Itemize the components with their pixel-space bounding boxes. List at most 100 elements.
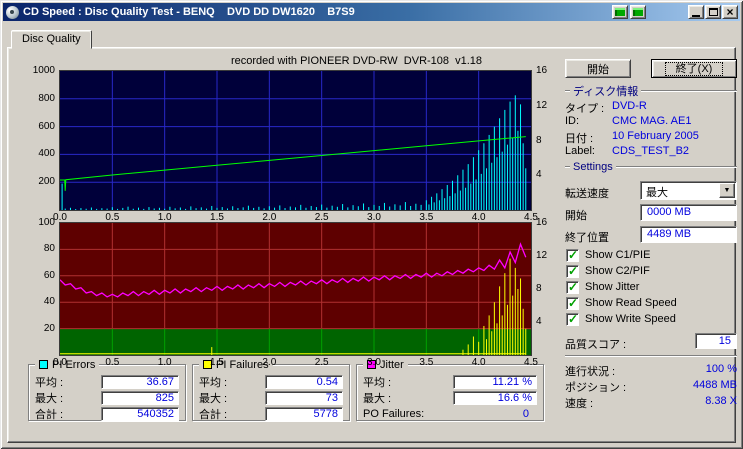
- progress-row: 進行状況 : 100 %: [565, 363, 737, 379]
- end-position-field[interactable]: 4489 MB: [640, 226, 737, 243]
- axis-tick-label: 0.5: [98, 212, 126, 223]
- axis-tick-label: 1.5: [203, 212, 231, 223]
- progress-value: 100 %: [706, 363, 737, 379]
- disc-label-label: Label:: [565, 145, 612, 157]
- minimize-icon: [692, 15, 700, 17]
- checkbox-show-write-speed[interactable]: ✓ Show Write Speed: [566, 312, 676, 326]
- pi-failures-max-value: 73: [265, 391, 343, 405]
- axis-tick-label: 4.0: [465, 357, 493, 368]
- start-position-label: 開始: [565, 207, 587, 223]
- axis-tick-label: 80: [18, 243, 55, 254]
- axis-tick-label: 3.5: [412, 212, 440, 223]
- axis-tick-label: 1.0: [151, 357, 179, 368]
- pi-errors-chart-plot: [60, 71, 531, 210]
- divider: [641, 90, 737, 92]
- titlebar-green-icon-button-1[interactable]: [612, 5, 628, 19]
- pi-errors-total-value: 540352: [101, 407, 179, 421]
- maximize-button[interactable]: [705, 5, 721, 19]
- axis-tick-label: 2.5: [308, 357, 336, 368]
- check-icon: ✓: [568, 248, 578, 262]
- quality-score-value: 15: [719, 335, 731, 347]
- check-icon: ✓: [568, 264, 578, 278]
- close-button[interactable]: ×: [722, 5, 738, 19]
- checkbox-label: Show C1/PIE: [585, 249, 650, 261]
- disc-date-row: 日付 :10 February 2005: [565, 130, 737, 146]
- quality-score-field: 15: [695, 333, 737, 349]
- titlebar-green-icon-button-2[interactable]: [630, 5, 646, 19]
- transfer-speed-value: 最大: [646, 184, 668, 200]
- axis-tick-label: 200: [18, 176, 55, 187]
- stat-label: 合計 :: [35, 406, 63, 422]
- disc-label-row: Label:CDS_TEST_B2: [565, 145, 737, 157]
- stat-row: 平均 : 11.21 %: [363, 374, 537, 389]
- tab-disc-quality[interactable]: Disc Quality: [11, 30, 92, 49]
- combo-dropdown-button[interactable]: ▼: [719, 183, 735, 198]
- stat-label: 最大 :: [35, 390, 63, 406]
- axis-tick-label: 16: [536, 65, 547, 76]
- transfer-speed-select[interactable]: 最大 ▼: [640, 181, 737, 200]
- axis-tick-label: 0.5: [98, 357, 126, 368]
- pi-failures-total-value: 5778: [265, 407, 343, 421]
- pi-errors-average-value: 36.67: [101, 375, 179, 389]
- settings-header: Settings: [565, 161, 737, 173]
- axis-tick-label: 3.5: [412, 357, 440, 368]
- position-label: ポジション :: [565, 379, 626, 395]
- checkbox-show-jitter[interactable]: ✓ Show Jitter: [566, 280, 639, 294]
- checkbox-show-read-speed[interactable]: ✓Show Read Speed: [566, 296, 677, 310]
- check-icon: ✓: [568, 312, 578, 326]
- minimize-button[interactable]: [688, 5, 704, 19]
- stat-label: 平均 :: [35, 374, 63, 390]
- disc-id-label: ID:: [565, 115, 612, 127]
- settings-header-label: Settings: [570, 161, 616, 173]
- disc-label-value: CDS_TEST_B2: [612, 145, 689, 157]
- axis-tick-label: 3.0: [360, 357, 388, 368]
- disc-type-row: タイプ :DVD-R: [565, 100, 737, 116]
- disc-type-label: タイプ :: [565, 100, 612, 116]
- titlebar[interactable]: CD Speed : Disc Quality Test - BENQ DVD …: [3, 3, 740, 21]
- jitter-pi-failures-chart: [60, 223, 531, 355]
- pi-errors-stats-box: PI Errors 平均 :36.67 最大 :825 合計 :540352: [28, 364, 186, 421]
- start-position-value: 0000 MB: [647, 206, 691, 218]
- stat-label: 平均 :: [363, 374, 391, 390]
- jitter-stats-box: Jitter 平均 :11.21 % 最大 :16.6 % PO Failure…: [356, 364, 544, 421]
- progress-label: 進行状況 :: [565, 363, 615, 379]
- pi-errors-max-value: 825: [101, 391, 179, 405]
- jitter-max-value: 16.6 %: [453, 391, 537, 405]
- pi-failures-average-value: 0.54: [265, 375, 343, 389]
- position-value: 4488 MB: [693, 379, 737, 395]
- axis-tick-label: 16: [536, 217, 547, 228]
- check-icon: ✓: [568, 280, 578, 294]
- stat-label: 合計 :: [199, 406, 227, 422]
- axis-tick-label: 20: [18, 323, 55, 334]
- divider: [616, 166, 737, 168]
- window-title: CD Speed : Disc Quality Test - BENQ DVD …: [19, 6, 355, 18]
- start-button[interactable]: 開始: [565, 59, 631, 78]
- axis-tick-label: 8: [536, 283, 542, 294]
- checkbox-show-c2-pif[interactable]: ✓Show C2/PIF: [566, 264, 650, 278]
- axis-tick-label: 1.5: [203, 357, 231, 368]
- exit-button[interactable]: 終了(X): [651, 59, 737, 78]
- axis-tick-label: 2.5: [308, 212, 336, 223]
- checkbox-box: ✓: [566, 249, 579, 262]
- stat-row: 最大 : 825: [35, 390, 179, 405]
- start-position-field[interactable]: 0000 MB: [640, 204, 737, 221]
- transfer-speed-label: 転送速度: [565, 185, 609, 201]
- jitter-average-value: 11.21 %: [453, 375, 537, 389]
- checkbox-label: Show Jitter: [585, 281, 639, 293]
- stat-row: 平均 : 36.67: [35, 374, 179, 389]
- axis-tick-label: 100: [18, 217, 55, 228]
- disc-id-value: CMC MAG. AE1: [612, 115, 691, 127]
- pi-failures-stats-box: PI Failures 平均 :0.54 最大 :73 合計 :5778: [192, 364, 350, 421]
- axis-tick-label: 4.0: [465, 212, 493, 223]
- stat-row: 合計 : 540352: [35, 406, 179, 421]
- quality-score-label: 品質スコア :: [565, 336, 626, 352]
- speed-label: 速度 :: [565, 395, 593, 411]
- axis-tick-label: 40: [18, 296, 55, 307]
- checkbox-label: Show Write Speed: [585, 313, 676, 325]
- axis-tick-label: 4: [536, 316, 542, 327]
- disc-info-header-label: ディスク情報: [570, 83, 641, 99]
- checkbox-show-c1-pie[interactable]: ✓ Show C1/PIE: [566, 248, 650, 262]
- green-chart-icon: [633, 8, 643, 16]
- axis-tick-label: 60: [18, 270, 55, 281]
- stat-row: 最大 :73: [199, 390, 343, 405]
